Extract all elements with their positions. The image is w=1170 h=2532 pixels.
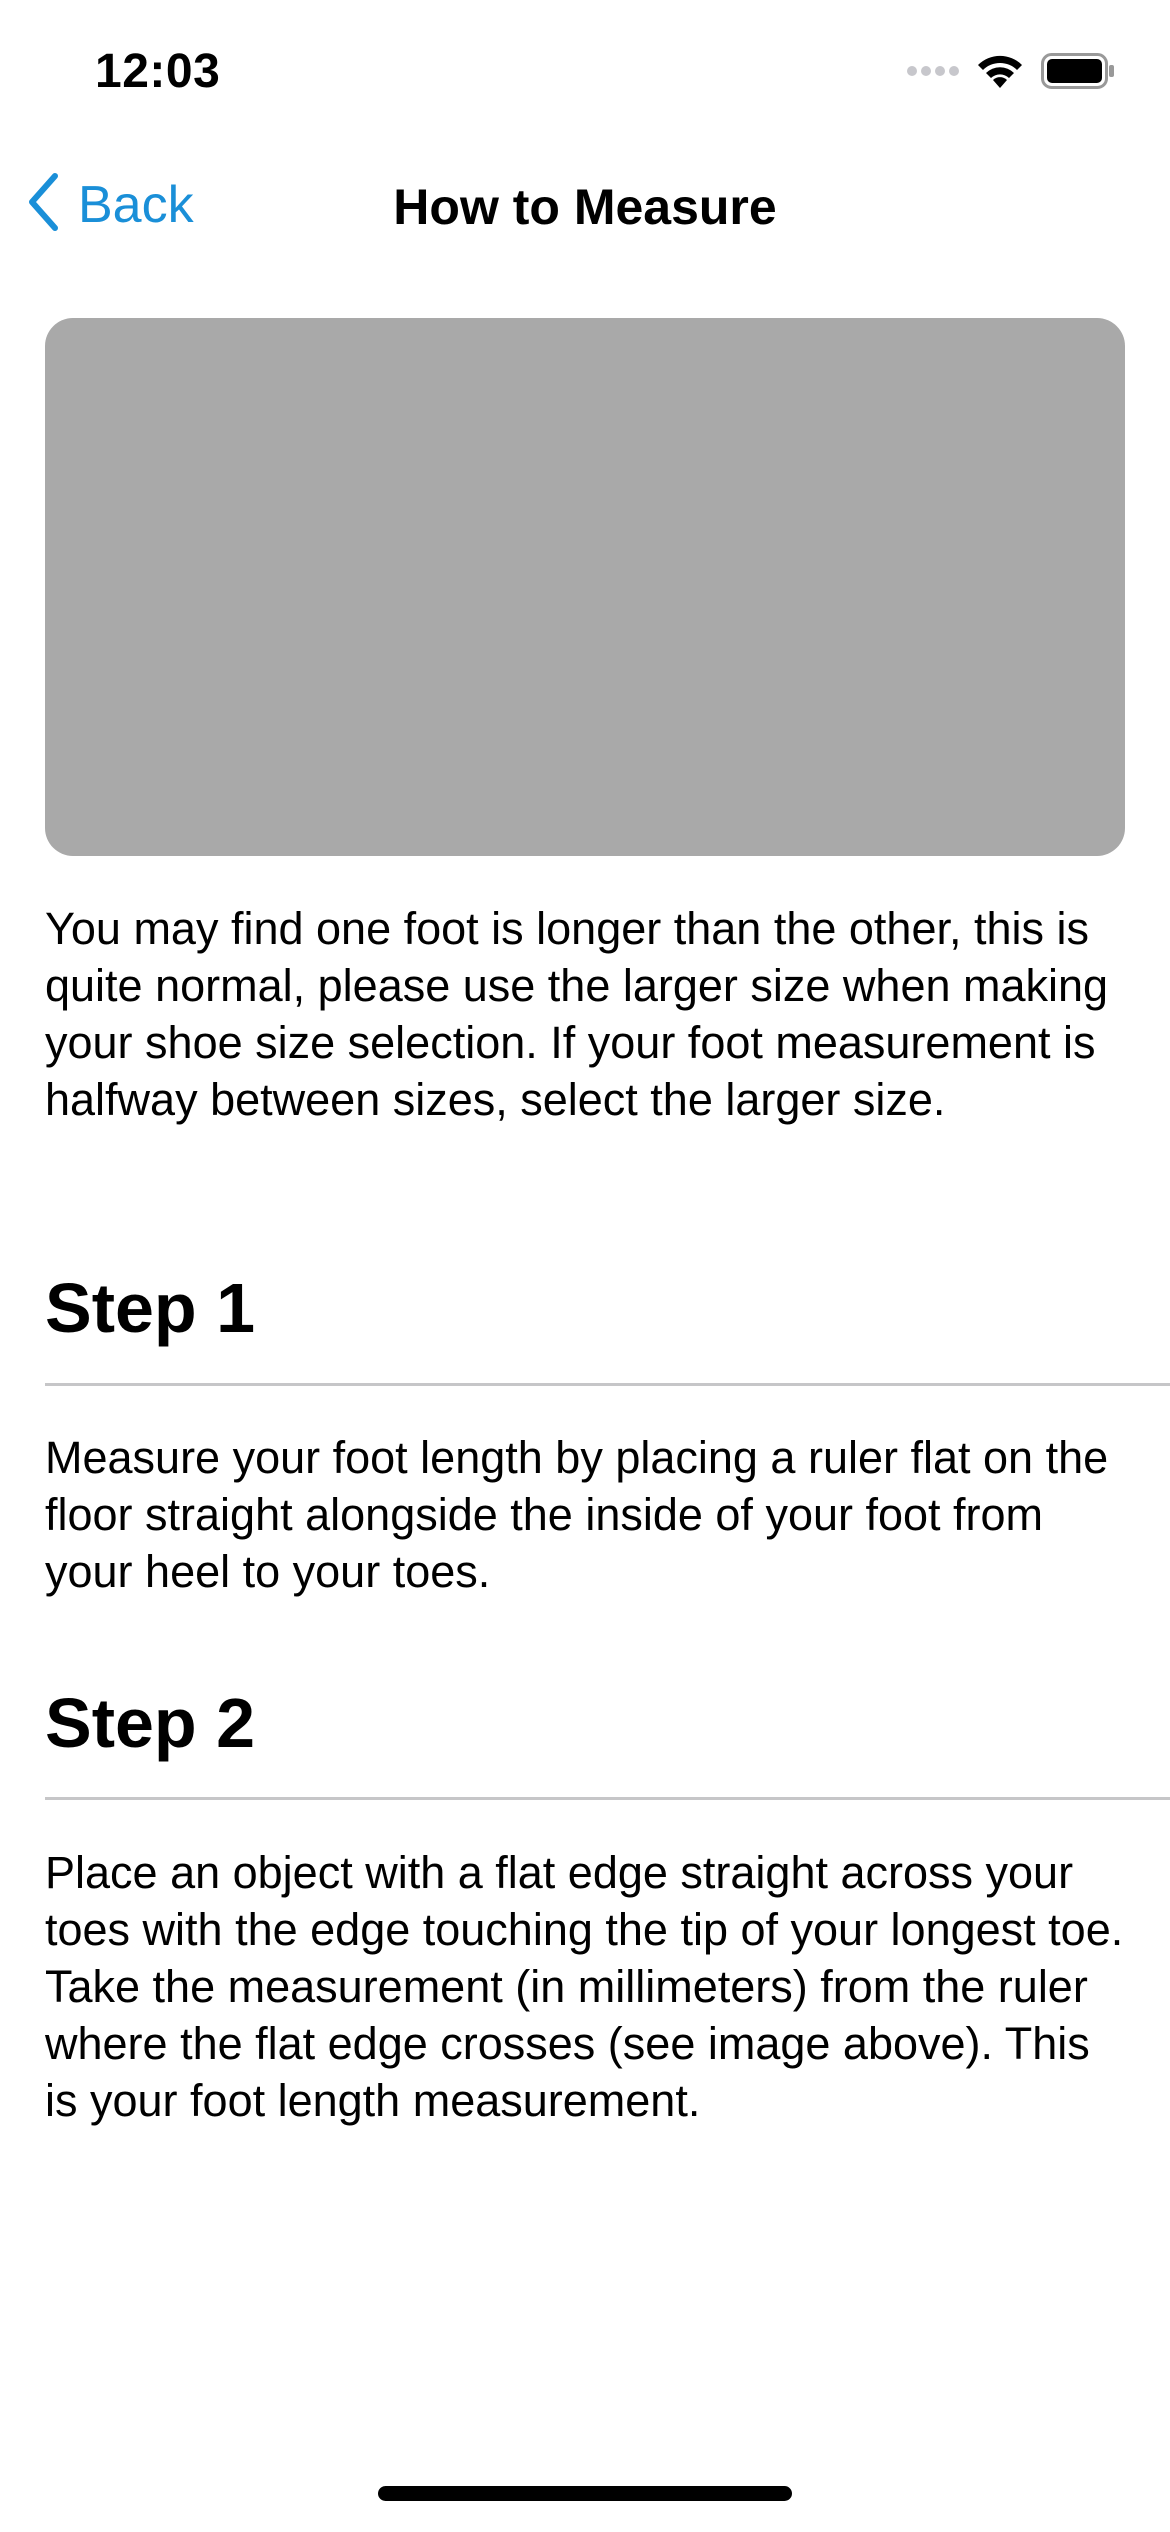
signal-icon bbox=[907, 64, 959, 83]
measurement-image bbox=[45, 318, 1125, 856]
step-1-heading: Step 1 bbox=[45, 1269, 256, 1347]
status-time: 12:03 bbox=[95, 45, 221, 98]
status-icons bbox=[907, 52, 1115, 95]
home-indicator[interactable] bbox=[378, 2486, 792, 2501]
status-bar: 12:03 bbox=[0, 0, 1170, 150]
wifi-icon bbox=[975, 52, 1025, 95]
battery-icon bbox=[1041, 53, 1115, 94]
divider bbox=[45, 1797, 1170, 1800]
step-2-text: Place an object with a flat edge straigh… bbox=[45, 1847, 1124, 2126]
chevron-left-icon bbox=[26, 172, 60, 237]
step-1-text: Measure your foot length by placing a ru… bbox=[45, 1432, 1109, 1597]
intro-text: You may find one foot is longer than the… bbox=[45, 903, 1109, 1125]
back-button-label: Back bbox=[78, 175, 194, 234]
navigation-bar: How to Measure Back bbox=[0, 150, 1170, 265]
back-button[interactable]: Back bbox=[26, 172, 194, 237]
divider bbox=[45, 1383, 1170, 1386]
step-2-heading: Step 2 bbox=[45, 1684, 256, 1762]
